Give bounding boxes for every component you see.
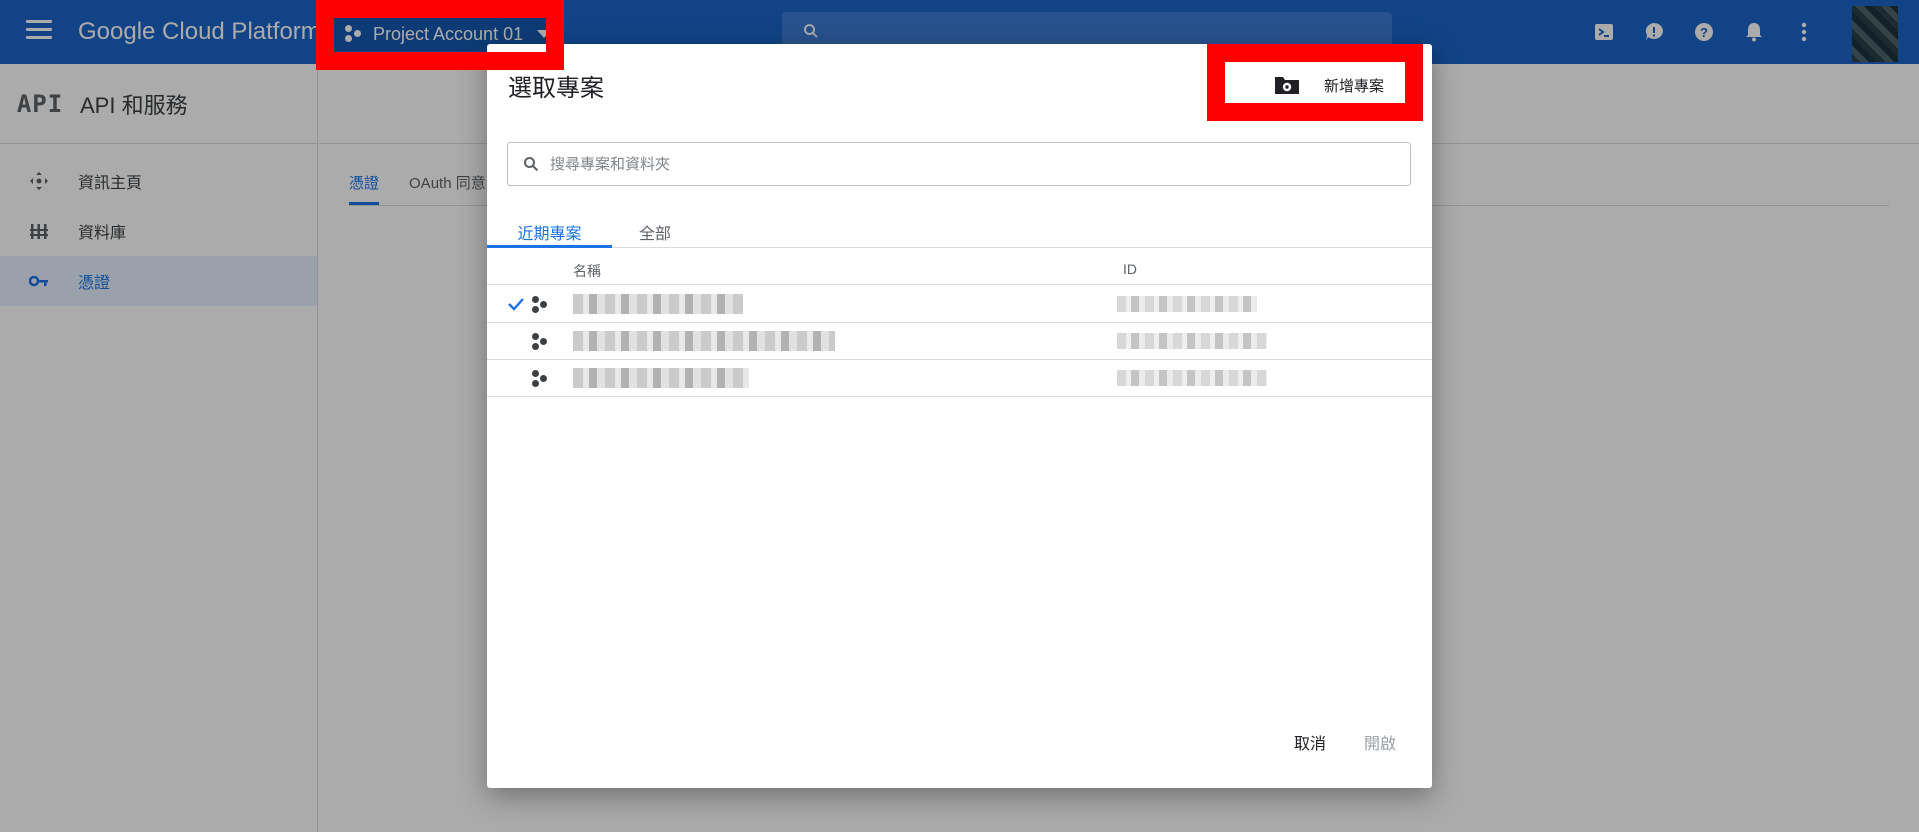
search-icon <box>523 156 539 172</box>
open-button[interactable]: 開啟 <box>1364 730 1396 754</box>
project-name-redacted <box>573 368 749 388</box>
dialog-title: 選取專案 <box>508 75 604 102</box>
check-icon <box>508 298 524 311</box>
table-header: 名稱 ID <box>487 249 1432 285</box>
project-dots-icon <box>532 333 552 351</box>
project-search-field[interactable] <box>507 142 1411 186</box>
new-project-button[interactable]: 新增專案 <box>1224 63 1404 107</box>
project-search-input[interactable] <box>550 155 1390 173</box>
select-project-dialog: 選取專案 新增專案 近期專案 全部 名稱 ID 取消 開啟 <box>487 44 1432 788</box>
tab-all[interactable]: 全部 <box>639 220 671 248</box>
project-name-redacted <box>573 331 835 351</box>
table-row[interactable] <box>487 286 1432 323</box>
project-name-redacted <box>573 294 743 314</box>
project-dots-icon <box>532 370 552 388</box>
project-id-redacted <box>1117 296 1257 312</box>
project-dots-icon <box>532 296 552 314</box>
column-header-id[interactable]: ID <box>1123 261 1137 277</box>
project-id-redacted <box>1117 333 1267 349</box>
column-header-name[interactable]: 名稱 <box>573 261 601 281</box>
dialog-tabs: 近期專案 全部 <box>487 214 1432 248</box>
dialog-actions: 取消 開啟 <box>1294 730 1396 754</box>
project-id-redacted <box>1117 370 1267 386</box>
table-row[interactable] <box>487 360 1432 397</box>
new-project-label: 新增專案 <box>1323 77 1384 95</box>
tab-recent-projects[interactable]: 近期專案 <box>487 220 612 248</box>
new-folder-icon <box>1274 77 1299 94</box>
cancel-button[interactable]: 取消 <box>1294 730 1326 754</box>
table-row[interactable] <box>487 323 1432 360</box>
